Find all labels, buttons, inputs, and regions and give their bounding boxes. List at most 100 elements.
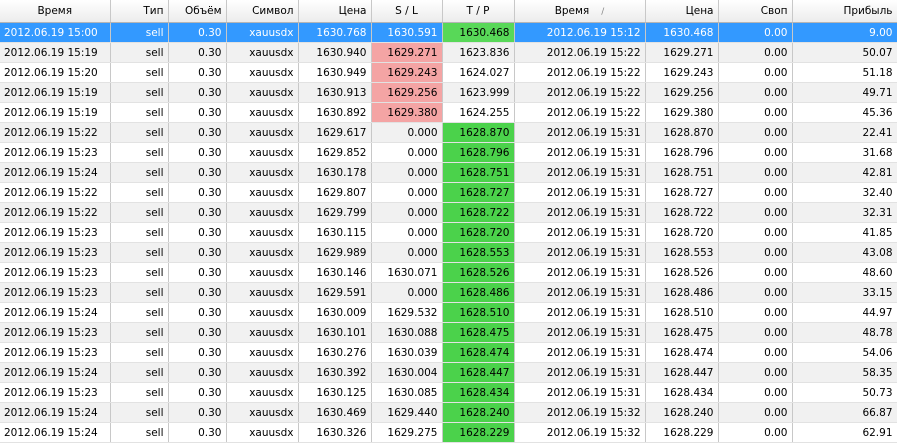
cell-tp: 1628.486 — [442, 282, 515, 303]
column-header-symbol[interactable]: Символ — [226, 0, 299, 23]
cell-close-price: 1630.468 — [645, 22, 719, 43]
column-header-volume[interactable]: Объём — [168, 0, 227, 23]
table-row[interactable]: 2012.06.19 15:23 sell 0.30 xauusdx 1629.852 0… — [0, 142, 897, 163]
cell-close-price: 1628.553 — [645, 242, 719, 263]
cell-close-time: 2012.06.19 15:31 — [514, 262, 646, 283]
cell-symbol: xauusdx — [226, 242, 299, 263]
cell-close-price: 1628.510 — [645, 302, 719, 323]
cell-open-time: 2012.06.19 15:22 — [0, 182, 111, 203]
cell-type: sell — [110, 362, 169, 383]
cell-close-time: 2012.06.19 15:31 — [514, 222, 646, 243]
table-row[interactable]: 2012.06.19 15:22 sell 0.30 xauusdx 1629.799 0… — [0, 202, 897, 223]
cell-close-time: 2012.06.19 15:32 — [514, 422, 646, 443]
cell-profit: 31.68 — [792, 142, 897, 163]
cell-tp: 1624.027 — [442, 62, 515, 83]
cell-profit: 44.97 — [792, 302, 897, 323]
cell-close-time: 2012.06.19 15:31 — [514, 282, 646, 303]
cell-symbol: xauusdx — [226, 42, 299, 63]
cell-open-price: 1630.913 — [298, 82, 372, 103]
cell-open-time: 2012.06.19 15:23 — [0, 382, 111, 403]
table-row[interactable]: 2012.06.19 15:24 sell 0.30 xauusdx 1630.178 0… — [0, 162, 897, 183]
cell-volume: 0.30 — [168, 222, 227, 243]
cell-symbol: xauusdx — [226, 422, 299, 443]
cell-profit: 32.40 — [792, 182, 897, 203]
column-header-close-time[interactable]: Время / — [514, 0, 646, 23]
table-row[interactable]: 2012.06.19 15:24 sell 0.30 xauusdx 1630.009 1… — [0, 302, 897, 323]
column-header-label: Время — [554, 5, 590, 17]
cell-profit: 41.85 — [792, 222, 897, 243]
column-header-type[interactable]: Тип — [110, 0, 169, 23]
cell-sl: 0.000 — [371, 222, 443, 243]
table-row[interactable]: 2012.06.19 15:19 sell 0.30 xauusdx 1630.892 1… — [0, 102, 897, 123]
table-row[interactable]: 2012.06.19 15:19 sell 0.30 xauusdx 1630.940 1… — [0, 42, 897, 63]
table-row[interactable]: 2012.06.19 15:23 sell 0.30 xauusdx 1630.101 1… — [0, 322, 897, 343]
cell-sl: 0.000 — [371, 282, 443, 303]
cell-tp: 1628.553 — [442, 242, 515, 263]
table-row[interactable]: 2012.06.19 15:23 sell 0.30 xauusdx 1630.276 1… — [0, 342, 897, 363]
cell-close-time: 2012.06.19 15:31 — [514, 122, 646, 143]
table-row[interactable]: 2012.06.19 15:23 sell 0.30 xauusdx 1630.125 1… — [0, 382, 897, 403]
table-row[interactable]: 2012.06.19 15:23 sell 0.30 xauusdx 1629.989 0… — [0, 242, 897, 263]
cell-swap: 0.00 — [718, 142, 793, 163]
cell-open-time: 2012.06.19 15:23 — [0, 282, 111, 303]
table-row[interactable]: 2012.06.19 15:22 sell 0.30 xauusdx 1629.617 0… — [0, 122, 897, 143]
cell-close-price: 1629.256 — [645, 82, 719, 103]
cell-profit: 42.81 — [792, 162, 897, 183]
cell-symbol: xauusdx — [226, 182, 299, 203]
cell-sl: 0.000 — [371, 142, 443, 163]
cell-open-price: 1630.940 — [298, 42, 372, 63]
cell-open-price: 1629.807 — [298, 182, 372, 203]
cell-tp: 1628.240 — [442, 402, 515, 423]
cell-volume: 0.30 — [168, 22, 227, 43]
cell-type: sell — [110, 142, 169, 163]
cell-close-time: 2012.06.19 15:31 — [514, 322, 646, 343]
cell-open-price: 1630.469 — [298, 402, 372, 423]
column-header-label: T / P — [466, 5, 490, 17]
table-row[interactable]: 2012.06.19 15:22 sell 0.30 xauusdx 1629.807 0… — [0, 182, 897, 203]
cell-profit: 51.18 — [792, 62, 897, 83]
cell-sl: 1629.271 — [371, 42, 443, 63]
column-header-tp[interactable]: T / P — [442, 0, 515, 23]
column-header-open-time[interactable]: Время — [0, 0, 111, 23]
cell-profit: 50.07 — [792, 42, 897, 63]
table-row[interactable]: 2012.06.19 15:20 sell 0.30 xauusdx 1630.949 1… — [0, 62, 897, 83]
cell-tp: 1623.999 — [442, 82, 515, 103]
column-header-close-price[interactable]: Цена — [645, 0, 719, 23]
column-header-open-price[interactable]: Цена — [298, 0, 372, 23]
cell-open-time: 2012.06.19 15:19 — [0, 102, 111, 123]
cell-open-price: 1630.392 — [298, 362, 372, 383]
cell-close-price: 1628.229 — [645, 422, 719, 443]
cell-profit: 9.00 — [792, 22, 897, 43]
cell-symbol: xauusdx — [226, 122, 299, 143]
cell-profit: 62.91 — [792, 422, 897, 443]
cell-swap: 0.00 — [718, 282, 793, 303]
table-row[interactable]: 2012.06.19 15:23 sell 0.30 xauusdx 1630.146 1… — [0, 262, 897, 283]
cell-open-time: 2012.06.19 15:00 — [0, 22, 111, 43]
table-row[interactable]: 2012.06.19 15:19 sell 0.30 xauusdx 1630.913 1… — [0, 82, 897, 103]
cell-volume: 0.30 — [168, 82, 227, 103]
cell-sl: 1630.088 — [371, 322, 443, 343]
column-header-swap[interactable]: Своп — [718, 0, 793, 23]
table-row[interactable]: 2012.06.19 15:00 sell 0.30 xauusdx 1630.768 1… — [0, 22, 897, 43]
column-header-profit[interactable]: Прибыль — [792, 0, 897, 23]
cell-open-time: 2012.06.19 15:19 — [0, 42, 111, 63]
cell-open-time: 2012.06.19 15:23 — [0, 262, 111, 283]
table-row[interactable]: 2012.06.19 15:24 sell 0.30 xauusdx 1630.392 1… — [0, 362, 897, 383]
column-header-sl[interactable]: S / L — [371, 0, 443, 23]
cell-type: sell — [110, 242, 169, 263]
cell-close-time: 2012.06.19 15:31 — [514, 382, 646, 403]
cell-swap: 0.00 — [718, 422, 793, 443]
table-row[interactable]: 2012.06.19 15:23 sell 0.30 xauusdx 1629.591 0… — [0, 282, 897, 303]
table-row[interactable]: 2012.06.19 15:24 sell 0.30 xauusdx 1630.469 1… — [0, 402, 897, 423]
table-body: 2012.06.19 15:00 sell 0.30 xauusdx 1630.768 1… — [0, 22, 897, 443]
cell-close-price: 1628.751 — [645, 162, 719, 183]
cell-open-price: 1630.276 — [298, 342, 372, 363]
cell-open-price: 1629.591 — [298, 282, 372, 303]
cell-open-time: 2012.06.19 15:23 — [0, 342, 111, 363]
cell-tp: 1628.722 — [442, 202, 515, 223]
table-row[interactable]: 2012.06.19 15:24 sell 0.30 xauusdx 1630.326 1… — [0, 422, 897, 443]
table-row[interactable]: 2012.06.19 15:23 sell 0.30 xauusdx 1630.115 0… — [0, 222, 897, 243]
column-header-label: Объём — [184, 5, 222, 17]
sort-indicator-icon: / — [601, 7, 605, 17]
cell-symbol: xauusdx — [226, 142, 299, 163]
